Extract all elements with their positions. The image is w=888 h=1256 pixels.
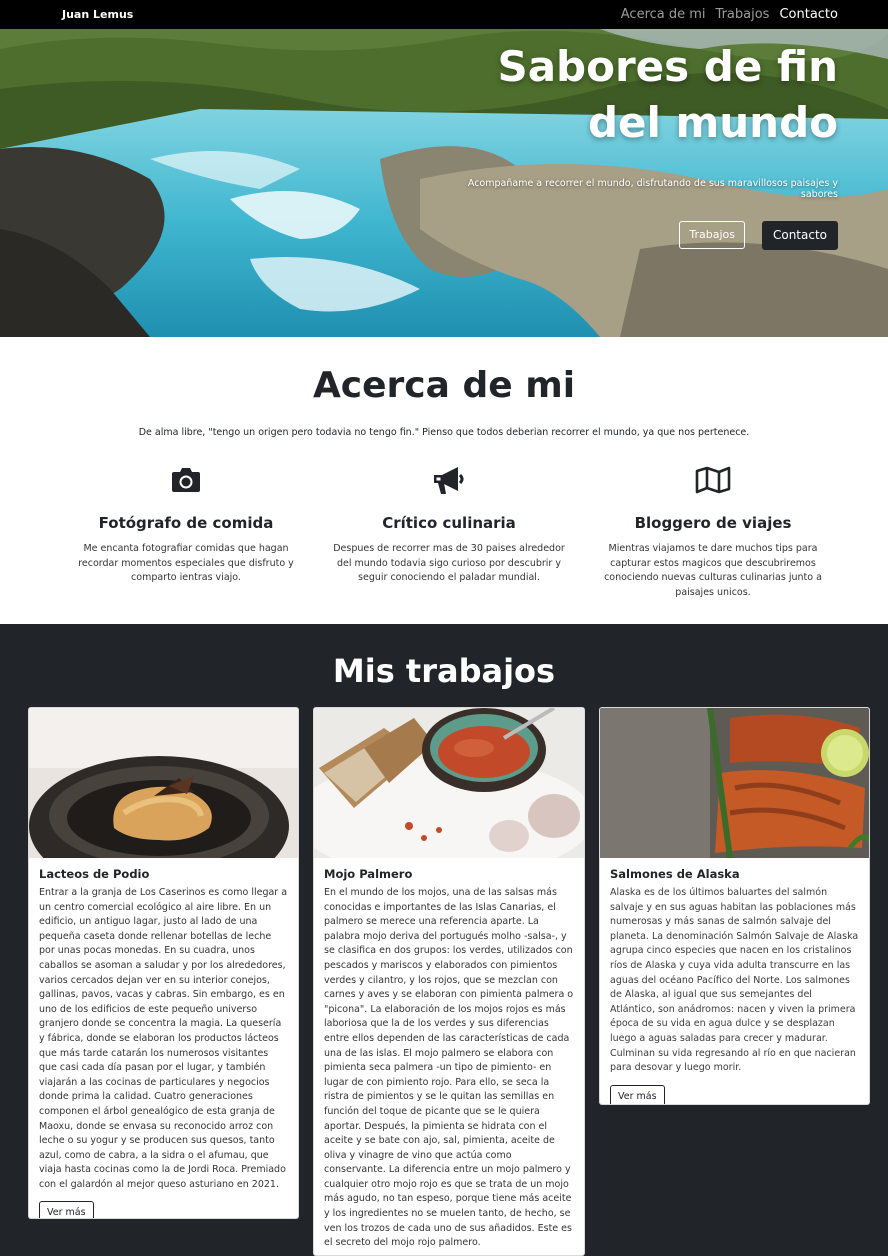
hero-subtitle: Acompañame a recorrer el mundo, disfruta… [467,178,838,200]
feature-text: Mientras viajamos te dare muchos tips pa… [604,543,822,598]
navbar: Juan Lemus Acerca de mi Trabajos Contact… [0,0,888,29]
feature-text: Me encanta fotografiar comidas que hagan… [78,543,294,583]
hero-section: Sabores de fin del mundo Acompañame a re… [0,29,888,337]
hero-buttons: Trabajos Contacto [679,221,838,250]
works-section: Mis trabajos Lacteos de Podio Entrar a l… [0,624,888,1256]
feature-title: Fotógrafo de comida [98,514,274,532]
see-more-button[interactable]: Ver más [610,1084,665,1104]
camera-icon [56,462,316,498]
card-text: Alaska es de los últimos baluartes del s… [610,887,859,1074]
nav-links: Acerca de mi Trabajos Contacto [621,7,838,22]
feature-text: Despues de recorrer mas de 30 paises alr… [333,543,565,583]
see-more-button[interactable]: Ver más [39,1201,94,1218]
feature-title: Bloggero de viajes [634,514,792,532]
card-image-cheese [29,708,298,858]
card-title: Lacteos de Podio [39,867,150,881]
nav-link-about[interactable]: Acerca de mi [621,7,706,22]
work-card: Salmones de Alaska Alaska es de los últi… [599,707,870,1105]
works-heading: Mis trabajos [332,652,556,690]
card-image-mojo [314,708,584,858]
about-heading: Acerca de mi [312,365,576,406]
nav-link-works[interactable]: Trabajos [716,7,770,22]
work-card: Mojo Palmero En el mundo de los mojos, u… [313,707,585,1256]
work-card: Lacteos de Podio Entrar a la granja de L… [28,707,299,1219]
about-intro: De alma libre, "tengo un origen pero tod… [138,427,750,438]
megaphone-icon [319,462,579,498]
feature-travel-blogger: Bloggero de viajes Mientras viajamos te … [583,462,843,600]
card-text: Entrar a la granja de Los Caserinos es c… [39,887,288,1190]
feature-food-critic: Crítico culinaria Despues de recorrer ma… [319,462,579,586]
feature-food-photographer: Fotógrafo de comida Me encanta fotografi… [56,462,316,586]
hero-title: Sabores de fin del mundo [497,42,838,147]
works-button[interactable]: Trabajos [679,221,745,249]
feature-title: Crítico culinaria [382,514,516,532]
contact-button[interactable]: Contacto [761,221,838,250]
nav-link-contact[interactable]: Contacto [779,7,838,22]
card-text: En el mundo de los mojos, una de las sal… [324,887,574,1249]
brand-logo[interactable]: Juan Lemus [62,8,133,21]
card-title: Mojo Palmero [324,867,413,881]
map-icon [583,462,843,498]
card-image-salmon [600,708,869,858]
about-section: Acerca de mi De alma libre, "tengo un or… [0,337,888,624]
card-title: Salmones de Alaska [610,867,740,881]
